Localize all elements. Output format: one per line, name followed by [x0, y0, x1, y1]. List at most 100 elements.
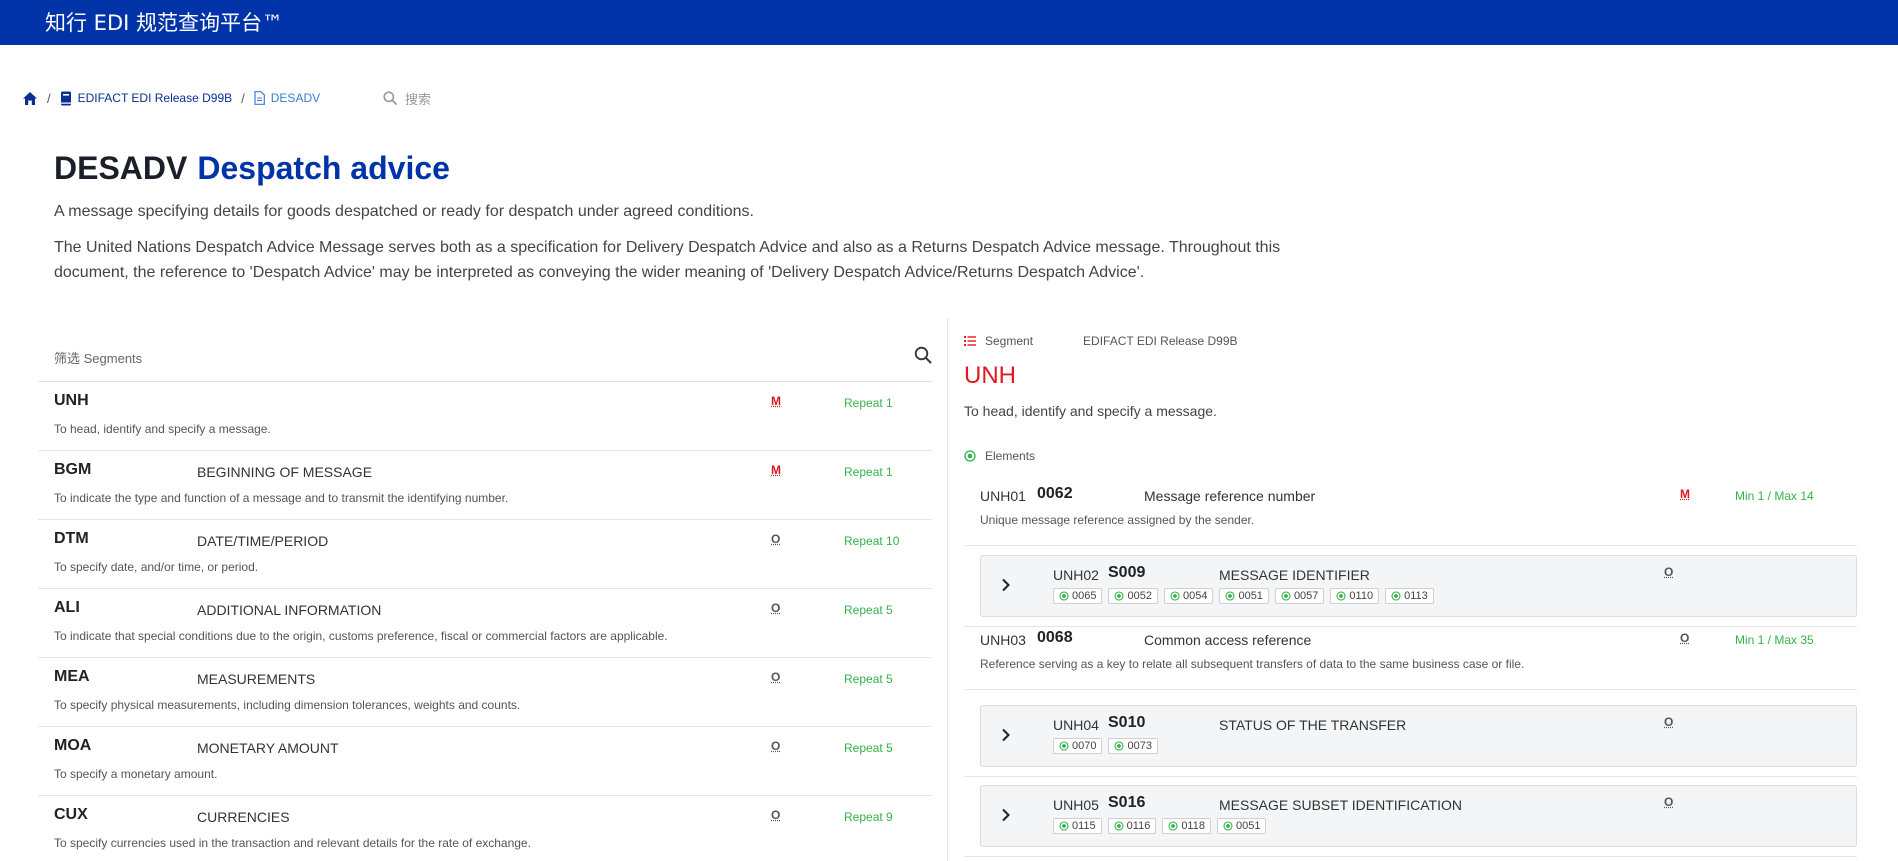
sub-element-chips: 0065 0052 0054 0051 0057 0110 0113 — [1053, 588, 1440, 604]
breadcrumb-home[interactable] — [22, 91, 38, 106]
brand-title[interactable]: 知行 EDI 规范查询平台™ — [45, 7, 283, 37]
segment-filter[interactable]: 筛选 Segments — [38, 340, 932, 382]
composite-box[interactable]: UNH02 S009 MESSAGE IDENTIFIER O 0065 0052 0054… — [980, 555, 1857, 617]
message-name: Despatch advice — [197, 150, 450, 186]
breadcrumb-separator: / — [241, 91, 245, 106]
elements-header: Elements — [964, 448, 1035, 464]
chevron-right-icon[interactable] — [1001, 728, 1011, 742]
sub-element-chip[interactable]: 0051 — [1217, 818, 1266, 834]
radio-dot-icon — [1223, 821, 1233, 831]
element-row[interactable]: UNH03 0068 Common access reference O Min 1 /… — [964, 622, 1857, 690]
composite-element-row[interactable]: UNH05 S016 MESSAGE SUBSET IDENTIFICATION O 0… — [964, 777, 1857, 857]
segment-description: To specify a monetary amount. — [54, 767, 217, 781]
element-row[interactable]: UNH01 0062 Message reference number M Min 1 … — [964, 478, 1857, 546]
chevron-right-icon[interactable] — [1001, 578, 1011, 592]
element-description: Reference serving as a key to relate all… — [980, 657, 1524, 671]
repeat-count: Repeat 5 — [844, 603, 893, 617]
element-description: Unique message reference assigned by the… — [980, 513, 1254, 527]
segment-name: MONETARY AMOUNT — [197, 740, 339, 756]
sub-element-chip[interactable]: 0051 — [1219, 588, 1268, 604]
segment-name: ADDITIONAL INFORMATION — [197, 602, 381, 618]
sub-element-chip[interactable]: 0115 — [1053, 818, 1102, 834]
radio-dot-icon — [1391, 591, 1401, 601]
element-code: S010 — [1108, 714, 1145, 732]
radio-dot-icon — [1336, 591, 1346, 601]
segment-row[interactable]: DTM DATE/TIME/PERIOD O Repeat 10 To specify … — [38, 520, 932, 589]
home-icon — [22, 91, 38, 106]
repeat-count: Repeat 5 — [844, 672, 893, 686]
message-code: DESADV — [54, 150, 187, 186]
min-max: Min 1 / Max 35 — [1735, 633, 1814, 647]
message-summary: A message specifying details for goods d… — [54, 203, 754, 221]
requirement-badge: M — [1680, 487, 1690, 501]
segment-description: To specify physical measurements, includ… — [54, 698, 520, 712]
radio-dot-icon — [1170, 591, 1180, 601]
file-icon — [254, 91, 265, 105]
detail-title: UNH — [964, 362, 1016, 390]
composite-box[interactable]: UNH04 S010 STATUS OF THE TRANSFER O 0070 0073 — [980, 705, 1857, 767]
element-name: MESSAGE IDENTIFIER — [1219, 567, 1370, 583]
sub-element-chip[interactable]: 0052 — [1108, 588, 1157, 604]
radio-dot-icon — [1114, 591, 1124, 601]
sub-element-chip[interactable]: 0073 — [1108, 738, 1157, 754]
sub-element-chip[interactable]: 0065 — [1053, 588, 1102, 604]
repeat-count: Repeat 9 — [844, 810, 893, 824]
chevron-right-icon[interactable] — [1001, 808, 1011, 822]
segment-row[interactable]: BGM BEGINNING OF MESSAGE M Repeat 1 To indic… — [38, 451, 932, 520]
sub-element-chip[interactable]: 0110 — [1330, 588, 1379, 604]
segment-row[interactable]: CUX CURRENCIES O Repeat 9 To specify currenc… — [38, 796, 932, 861]
breadcrumb-release[interactable]: EDIFACT EDI Release D99B — [60, 91, 233, 106]
segment-code: UNH — [54, 392, 89, 410]
page-title: DESADV Despatch advice — [54, 150, 450, 187]
composite-element-row[interactable]: UNH04 S010 STATUS OF THE TRANSFER O 0070 0073 — [964, 697, 1857, 777]
segment-row[interactable]: MEA MEASUREMENTS O Repeat 5 To specify physi… — [38, 658, 932, 727]
repeat-count: Repeat 5 — [844, 741, 893, 755]
composite-element-row[interactable]: UNH02 S009 MESSAGE IDENTIFIER O 0065 0052 0054… — [964, 547, 1857, 627]
element-name: STATUS OF THE TRANSFER — [1219, 717, 1406, 733]
element-position: UNH05 — [1053, 797, 1099, 813]
radio-dot-icon — [1114, 741, 1124, 751]
radio-dot-icon — [1168, 821, 1178, 831]
radio-dot-icon — [1114, 821, 1124, 831]
sub-element-chip[interactable]: 0118 — [1162, 818, 1211, 834]
radio-dot-icon — [1225, 591, 1235, 601]
segment-description: To specify currencies used in the transa… — [54, 836, 531, 850]
elements-label: Elements — [985, 449, 1035, 463]
breadcrumb-current-label: DESADV — [271, 91, 320, 105]
requirement-badge: M — [771, 463, 781, 477]
element-position: UNH03 — [980, 632, 1026, 648]
segment-description: To indicate that special conditions due … — [54, 629, 668, 643]
requirement-badge: O — [1664, 715, 1673, 729]
requirement-badge: O — [1680, 631, 1689, 645]
segment-row[interactable]: MOA MONETARY AMOUNT O Repeat 5 To specify a … — [38, 727, 932, 796]
composite-box[interactable]: UNH05 S016 MESSAGE SUBSET IDENTIFICATION O 0… — [980, 785, 1857, 847]
sub-element-chip[interactable]: 0070 — [1053, 738, 1102, 754]
sub-element-chip[interactable]: 0054 — [1164, 588, 1213, 604]
breadcrumb-separator: / — [47, 91, 51, 106]
search-placeholder[interactable]: 搜索 — [405, 89, 431, 108]
requirement-badge: O — [1664, 565, 1673, 579]
sub-element-chip[interactable]: 0057 — [1275, 588, 1324, 604]
sub-element-chip[interactable]: 0113 — [1385, 588, 1434, 604]
segment-description: To indicate the type and function of a m… — [54, 491, 508, 505]
requirement-badge: M — [771, 394, 781, 408]
top-bar: 知行 EDI 规范查询平台™ — [0, 0, 1898, 45]
element-code: 0062 — [1037, 485, 1073, 503]
segment-description: To specify date, and/or time, or period. — [54, 560, 258, 574]
detail-kind: Segment — [985, 334, 1033, 348]
search-icon[interactable] — [914, 346, 932, 369]
requirement-badge: O — [1664, 795, 1673, 809]
segment-row[interactable]: UNH M Repeat 1 To head, identify and specif… — [38, 382, 932, 451]
sub-element-chips: 0115 0116 0118 0051 — [1053, 818, 1272, 834]
repeat-count: Repeat 10 — [844, 534, 899, 548]
search-box[interactable]: 搜索 — [383, 88, 431, 108]
min-max: Min 1 / Max 14 — [1735, 489, 1814, 503]
breadcrumb: / EDIFACT EDI Release D99B / DESADV — [22, 88, 320, 108]
requirement-badge: O — [771, 739, 780, 753]
radio-dot-icon — [1059, 821, 1069, 831]
segment-description: To head, identify and specify a message. — [54, 422, 271, 436]
segment-name: BEGINNING OF MESSAGE — [197, 464, 372, 480]
segment-row[interactable]: ALI ADDITIONAL INFORMATION O Repeat 5 To ind… — [38, 589, 932, 658]
radio-dot-icon — [1059, 591, 1069, 601]
sub-element-chip[interactable]: 0116 — [1108, 818, 1157, 834]
